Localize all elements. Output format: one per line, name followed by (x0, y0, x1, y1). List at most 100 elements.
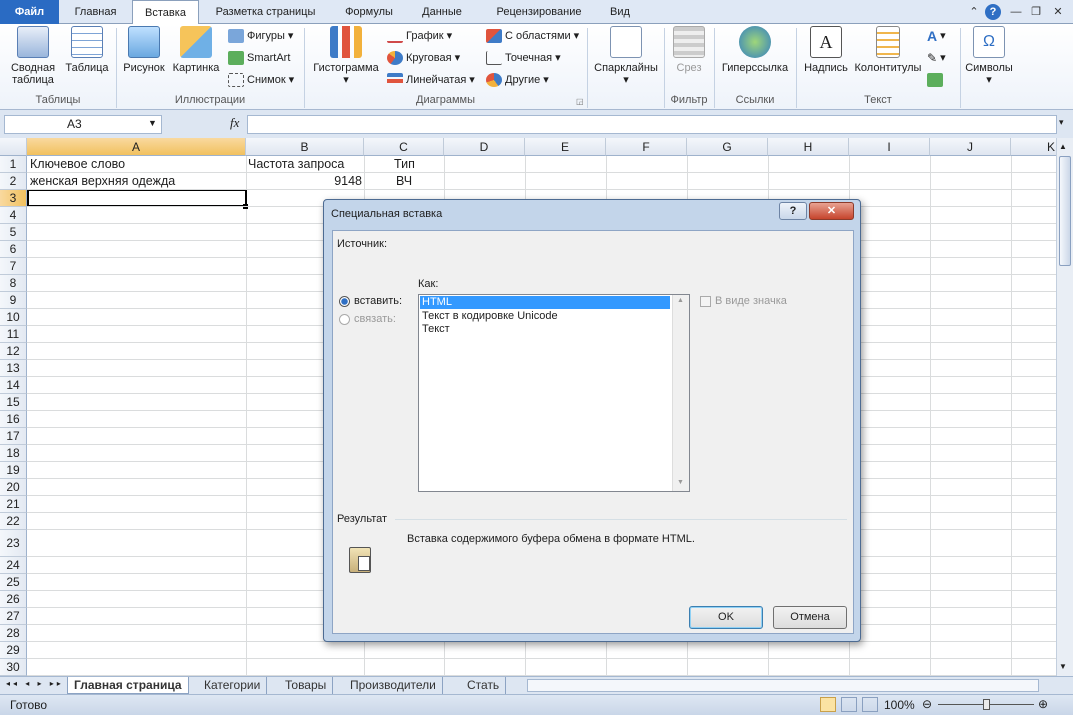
pie-chart-button[interactable]: Круговая ▾ (387, 49, 460, 67)
row-header-9[interactable]: 9 (0, 292, 27, 309)
scroll-down-icon[interactable]: ▼ (1059, 662, 1067, 671)
row-header-16[interactable]: 16 (0, 411, 27, 428)
ok-button[interactable]: OK (689, 606, 763, 629)
row-header-18[interactable]: 18 (0, 445, 27, 462)
row-header-8[interactable]: 8 (0, 275, 27, 292)
select-all-corner[interactable] (0, 138, 27, 156)
vertical-scrollbar[interactable]: ▲ ▼ (1056, 138, 1073, 676)
row-header-4[interactable]: 4 (0, 207, 27, 224)
tab-page-layout[interactable]: Разметка страницы (202, 0, 329, 24)
column-header-h[interactable]: H (768, 138, 849, 156)
sparklines-button[interactable]: Спарклайны ▾ (591, 26, 661, 86)
line-chart-button[interactable]: График ▾ (387, 27, 452, 45)
column-header-f[interactable]: F (606, 138, 687, 156)
display-as-icon-checkbox[interactable]: В виде значка (700, 295, 787, 307)
row-header-22[interactable]: 22 (0, 513, 27, 530)
pivot-table-button[interactable]: Сводная таблица (6, 26, 60, 86)
format-option-html[interactable]: HTML (420, 296, 670, 309)
cell-a1[interactable]: Ключевое слово (28, 156, 127, 172)
tab-data[interactable]: Данные (408, 0, 476, 24)
tab-file[interactable]: Файл (0, 0, 59, 24)
list-scroll-up-icon[interactable]: ▲ (677, 297, 684, 304)
row-header-10[interactable]: 10 (0, 309, 27, 326)
row-header-5[interactable]: 5 (0, 224, 27, 241)
scroll-up-icon[interactable]: ▲ (1059, 142, 1067, 151)
scroll-thumb[interactable] (1059, 156, 1071, 266)
sheet-tab-manufacturers[interactable]: Производители (344, 677, 443, 694)
page-break-view-icon[interactable] (862, 697, 878, 712)
row-header-1[interactable]: 1 (0, 156, 27, 173)
link-radio[interactable]: связать: (339, 313, 396, 325)
header-footer-button[interactable]: Колонтитулы (852, 26, 924, 74)
row-header-25[interactable]: 25 (0, 574, 27, 591)
row-header-28[interactable]: 28 (0, 625, 27, 642)
minimize-icon[interactable]: — (1008, 4, 1024, 20)
column-header-a[interactable]: A (27, 138, 246, 156)
clipart-button[interactable]: Картинка (170, 26, 222, 74)
dialog-close-button[interactable]: ✕ (809, 202, 854, 220)
row-header-30[interactable]: 30 (0, 659, 27, 676)
format-list-scrollbar[interactable]: ▲ ▼ (672, 295, 689, 491)
column-header-c[interactable]: C (364, 138, 444, 156)
format-option-text[interactable]: Текст (419, 323, 689, 336)
sheet-nav-arrows-icon[interactable]: ◂◂ ◂ ▸ ▸▸ (6, 679, 64, 688)
row-header-17[interactable]: 17 (0, 428, 27, 445)
formula-input[interactable] (247, 115, 1057, 134)
tab-home[interactable]: Главная (62, 0, 129, 24)
screenshot-button[interactable]: Снимок ▾ (228, 71, 294, 89)
normal-view-icon[interactable] (820, 697, 836, 712)
tab-review[interactable]: Рецензирование (479, 0, 599, 24)
picture-button[interactable]: Рисунок (121, 26, 167, 74)
row-header-20[interactable]: 20 (0, 479, 27, 496)
row-header-24[interactable]: 24 (0, 557, 27, 574)
horizontal-scrollbar[interactable] (527, 679, 1039, 692)
signature-line-button[interactable]: ✎ ▾ (927, 49, 946, 67)
column-header-k[interactable]: K (1011, 138, 1056, 156)
sheet-tab-categories[interactable]: Категории (198, 677, 268, 694)
row-header-27[interactable]: 27 (0, 608, 27, 625)
row-header-13[interactable]: 13 (0, 360, 27, 377)
sheet-tab-products[interactable]: Товары (279, 677, 334, 694)
row-header-29[interactable]: 29 (0, 642, 27, 659)
other-charts-button[interactable]: Другие ▾ (486, 71, 549, 89)
restore-icon[interactable]: ❐ (1028, 4, 1044, 20)
tab-view[interactable]: Вид (600, 0, 640, 24)
paste-radio[interactable]: вставить: (339, 295, 402, 307)
row-header-6[interactable]: 6 (0, 241, 27, 258)
format-list[interactable]: HTML Текст в кодировке Unicode Текст ▲ ▼ (418, 294, 690, 492)
name-box-dropdown-icon[interactable]: ▼ (148, 118, 157, 128)
smartart-button[interactable]: SmartArt (228, 49, 290, 67)
slicer-button[interactable]: Срез (668, 26, 710, 74)
histogram-button[interactable]: Гистограмма ▾ (309, 26, 383, 86)
column-header-e[interactable]: E (525, 138, 606, 156)
tab-insert[interactable]: Вставка (132, 0, 199, 25)
close-icon[interactable]: ✕ (1050, 4, 1066, 20)
object-button[interactable] (927, 71, 943, 89)
tab-formulas[interactable]: Формулы (333, 0, 405, 24)
row-header-14[interactable]: 14 (0, 377, 27, 394)
column-header-b[interactable]: B (246, 138, 364, 156)
cell-c2[interactable]: ВЧ (394, 173, 414, 189)
expand-formula-icon[interactable]: ▾ (1059, 117, 1064, 128)
cell-a2[interactable]: женская верхняя одежда (28, 173, 177, 189)
cancel-button[interactable]: Отмена (773, 606, 847, 629)
row-header-2[interactable]: 2 (0, 173, 27, 190)
row-header-7[interactable]: 7 (0, 258, 27, 275)
column-header-j[interactable]: J (930, 138, 1011, 156)
hyperlink-button[interactable]: Гиперссылка (718, 26, 792, 74)
list-scroll-down-icon[interactable]: ▼ (677, 479, 684, 486)
name-box[interactable]: A3 (4, 115, 162, 134)
zoom-slider-thumb[interactable] (983, 699, 990, 710)
row-header-15[interactable]: 15 (0, 394, 27, 411)
row-header-21[interactable]: 21 (0, 496, 27, 513)
shapes-button[interactable]: Фигуры ▾ (228, 27, 293, 45)
bar-chart-button[interactable]: Линейчатая ▾ (387, 71, 475, 89)
zoom-level[interactable]: 100% (884, 698, 915, 712)
scatter-chart-button[interactable]: Точечная ▾ (486, 49, 561, 67)
format-option-unicode[interactable]: Текст в кодировке Unicode (419, 310, 689, 323)
textbox-button[interactable]: A Надпись (800, 26, 852, 74)
sheet-tab-home[interactable]: Главная страница (67, 677, 189, 694)
row-header-26[interactable]: 26 (0, 591, 27, 608)
sheet-tab-articles[interactable]: Стать (461, 677, 507, 694)
zoom-out-icon[interactable]: ⊖ (922, 697, 932, 711)
